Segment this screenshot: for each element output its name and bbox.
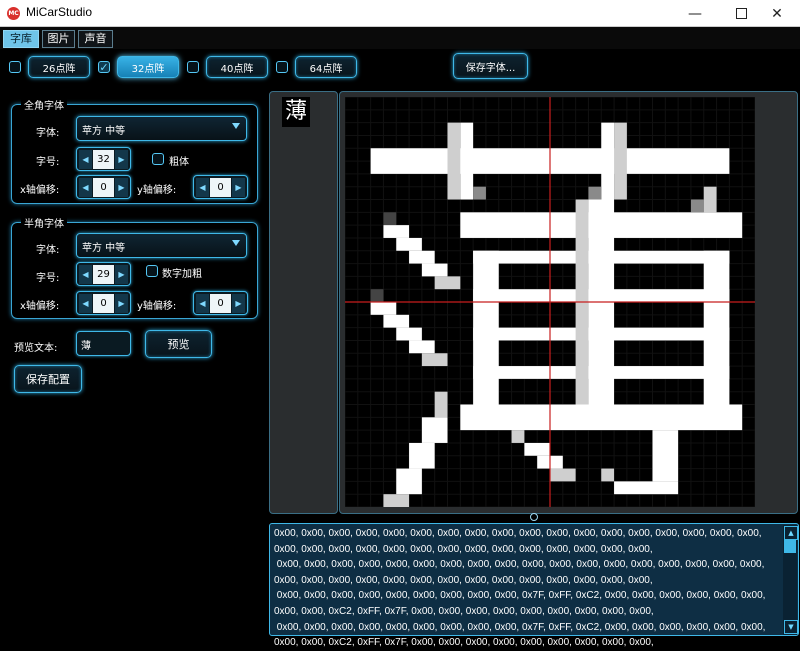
bold-digits-label: 数字加粗 (162, 269, 202, 280)
dropdown-arrow-icon (232, 123, 240, 129)
fullwidth-y-offset-value: 0 (210, 178, 231, 197)
increment-icon[interactable]: ▶ (115, 294, 128, 313)
dropdown-arrow-icon (232, 240, 240, 246)
fullwidth-size-spinbox[interactable]: ◀ 32 ▶ (76, 147, 131, 171)
glyph-grid-canvas[interactable] (344, 96, 756, 508)
halfwidth-x-offset-label: x轴偏移: (20, 301, 60, 312)
save-config-button[interactable]: 保存配置 (14, 365, 82, 393)
halfwidth-x-offset-spinbox[interactable]: ◀ 0 ▶ (76, 291, 131, 315)
fullwidth-x-offset-value: 0 (93, 178, 114, 197)
size-26-button[interactable]: 26点阵 (28, 56, 90, 78)
decrement-icon[interactable]: ◀ (79, 150, 92, 169)
fullwidth-x-offset-spinbox[interactable]: ◀ 0 ▶ (76, 175, 131, 199)
tab-bar: 字库 图片 声音 (0, 27, 800, 49)
preview-text-input[interactable]: 薄 (76, 331, 131, 356)
fullwidth-y-offset-label: y轴偏移: (137, 185, 177, 196)
size-64-button[interactable]: 64点阵 (295, 56, 357, 78)
increment-icon[interactable]: ▶ (115, 178, 128, 197)
size-40-button[interactable]: 40点阵 (206, 56, 268, 78)
size-40-checkbox[interactable] (187, 61, 199, 73)
fullwidth-x-offset-label: x轴偏移: (20, 185, 60, 196)
hex-output-text: 0x00, 0x00, 0x00, 0x00, 0x00, 0x00, 0x00… (274, 528, 766, 649)
halfwidth-x-offset-value: 0 (93, 294, 114, 313)
increment-icon[interactable]: ▶ (232, 178, 245, 197)
bold-label: 粗体 (169, 157, 189, 168)
increment-icon[interactable]: ▶ (232, 294, 245, 313)
halfwidth-size-value: 29 (93, 265, 114, 284)
scroll-thumb[interactable] (784, 539, 796, 553)
fullwidth-font-select[interactable]: 苹方 中等 (76, 116, 247, 141)
tab-sounds[interactable]: 声音 (78, 30, 113, 48)
tab-font-library[interactable]: 字库 (3, 30, 39, 48)
size-32-button[interactable]: 32点阵 (117, 56, 179, 78)
halfwidth-group-title: 半角字体 (21, 215, 67, 230)
halfwidth-y-offset-spinbox[interactable]: ◀ 0 ▶ (193, 291, 248, 315)
fullwidth-group-title: 全角字体 (21, 97, 67, 112)
increment-icon[interactable]: ▶ (115, 265, 128, 284)
halfwidth-y-offset-label: y轴偏移: (137, 301, 177, 312)
size-64-checkbox[interactable] (276, 61, 288, 73)
decrement-icon[interactable]: ◀ (196, 178, 209, 197)
halfwidth-font-label: 字体: (36, 245, 60, 256)
close-icon: ✕ (771, 5, 783, 22)
scroll-down-icon[interactable]: ▼ (784, 620, 798, 634)
small-glyph-panel (269, 91, 338, 514)
maximize-icon (735, 8, 747, 19)
halfwidth-size-spinbox[interactable]: ◀ 29 ▶ (76, 262, 131, 286)
size-32-checkbox[interactable]: ✓ (98, 60, 110, 74)
halfwidth-size-label: 字号: (36, 273, 60, 284)
halfwidth-font-value: 苹方 中等 (82, 243, 126, 254)
minimize-button[interactable]: — (672, 0, 718, 27)
halfwidth-y-offset-value: 0 (210, 294, 231, 313)
preview-text-label: 预览文本: (14, 343, 58, 354)
decrement-icon[interactable]: ◀ (79, 178, 92, 197)
tab-images[interactable]: 图片 (42, 30, 75, 48)
decrement-icon[interactable]: ◀ (196, 294, 209, 313)
halfwidth-font-select[interactable]: 苹方 中等 (76, 233, 247, 258)
decrement-icon[interactable]: ◀ (79, 265, 92, 284)
splitter-handle-icon[interactable] (530, 513, 538, 521)
increment-icon[interactable]: ▶ (115, 150, 128, 169)
glyph-bitmap (344, 96, 756, 508)
fullwidth-size-value: 32 (93, 150, 114, 169)
checkmark-icon: ✓ (99, 60, 109, 74)
hex-scrollbar[interactable]: ▲ ▼ (783, 525, 798, 635)
app-logo-icon: MC (7, 7, 20, 20)
preview-text-value: 薄 (81, 341, 91, 352)
size-26-checkbox[interactable] (9, 61, 21, 73)
hex-output-area[interactable]: 0x00, 0x00, 0x00, 0x00, 0x00, 0x00, 0x00… (269, 523, 799, 648)
window-title: MiCarStudio (26, 5, 93, 19)
bold-digits-checkbox[interactable] (146, 265, 158, 277)
fullwidth-font-label: 字体: (36, 128, 60, 139)
fullwidth-y-offset-spinbox[interactable]: ◀ 0 ▶ (193, 175, 248, 199)
scroll-up-icon[interactable]: ▲ (784, 526, 798, 540)
fullwidth-size-label: 字号: (36, 157, 60, 168)
save-font-button[interactable]: 保存字体... (453, 53, 528, 79)
title-bar: MC MiCarStudio — ✕ (0, 0, 800, 27)
small-glyph-preview: 薄 (282, 97, 310, 127)
fullwidth-font-value: 苹方 中等 (82, 126, 126, 137)
decrement-icon[interactable]: ◀ (79, 294, 92, 313)
close-button[interactable]: ✕ (754, 0, 800, 27)
minimize-icon: — (688, 5, 702, 22)
bold-checkbox[interactable] (152, 153, 164, 165)
preview-button[interactable]: 预览 (145, 330, 212, 358)
